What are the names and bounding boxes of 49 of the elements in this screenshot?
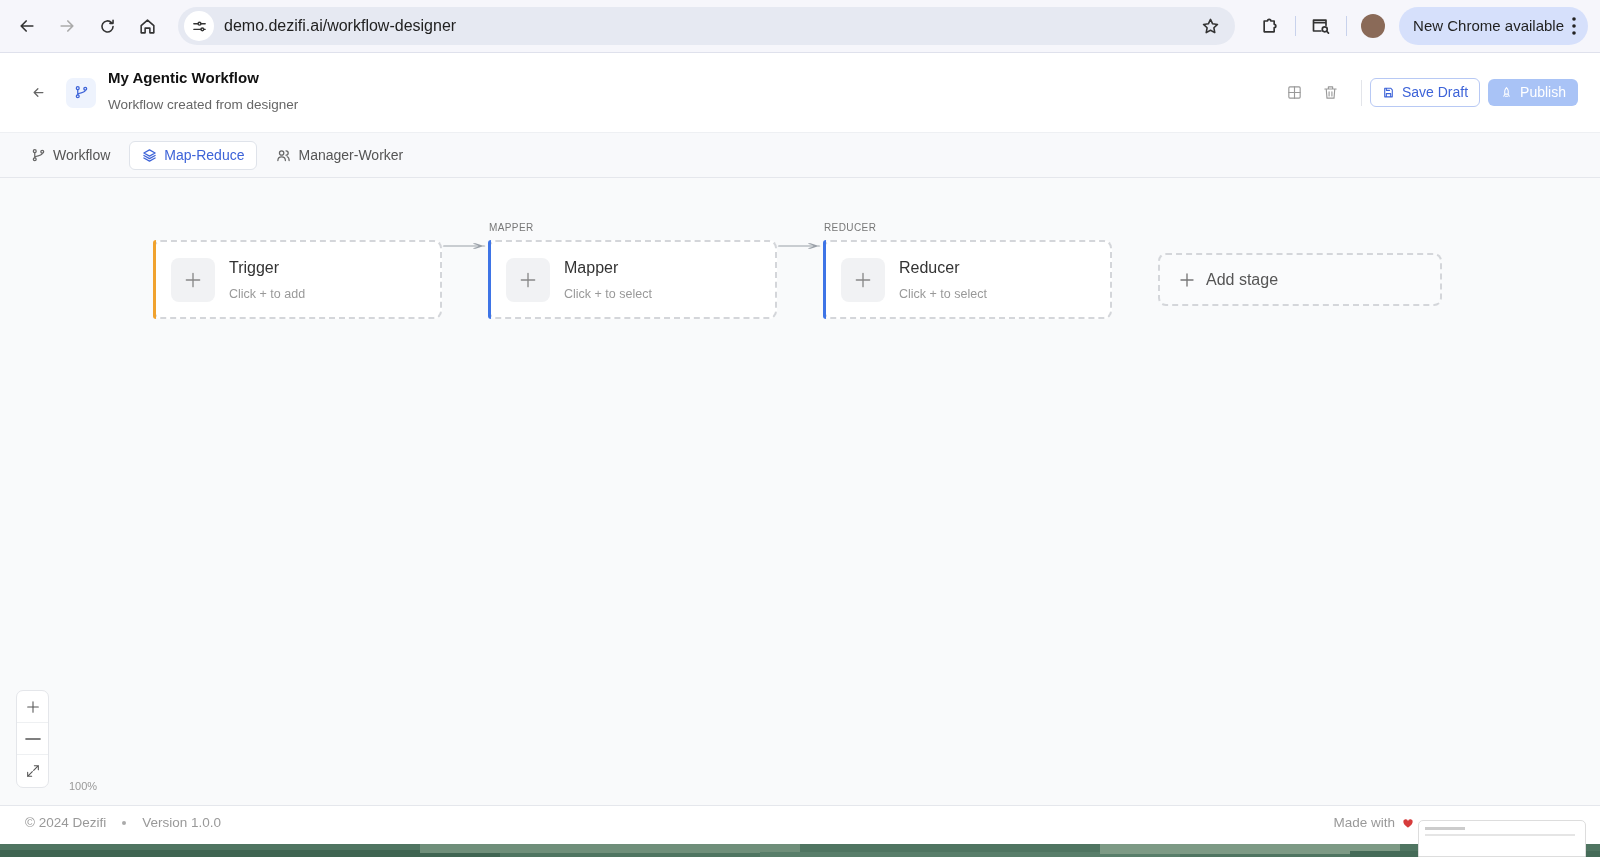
add-button[interactable] bbox=[841, 257, 885, 302]
tab-search-icon bbox=[1311, 16, 1332, 36]
workflow-title: My Agentic Workflow bbox=[108, 69, 260, 88]
stage-hint: Click + to select bbox=[899, 285, 987, 303]
add-button[interactable] bbox=[171, 257, 215, 302]
trash-icon bbox=[1322, 84, 1340, 101]
site-settings-button[interactable] bbox=[184, 11, 214, 41]
stage-hint: Click + to add bbox=[229, 285, 306, 303]
stage-hint: Click + to select bbox=[564, 285, 652, 303]
stage-title: Mapper bbox=[564, 257, 620, 278]
tab[interactable]: Manager-Worker bbox=[263, 140, 417, 170]
back-arrow-icon bbox=[30, 85, 46, 100]
update-button[interactable]: New Chrome available bbox=[1399, 7, 1588, 45]
screenshot-thumbnail[interactable] bbox=[1418, 820, 1586, 857]
layers-icon bbox=[142, 147, 158, 163]
plus-icon bbox=[24, 698, 41, 715]
save-icon bbox=[1381, 86, 1395, 99]
address-bar[interactable]: demo.dezifi.ai/workflow-designer bbox=[178, 7, 1236, 45]
made-with-text: Made with bbox=[1333, 813, 1395, 832]
stage-title: Reducer bbox=[899, 257, 961, 278]
version-text: Version 1.0.0 bbox=[142, 813, 222, 832]
stage-title: Trigger bbox=[229, 257, 281, 278]
add-stage-button[interactable]: Add stage bbox=[1158, 253, 1442, 306]
tab[interactable]: Map-Reduce bbox=[129, 140, 258, 170]
branch-icon bbox=[31, 147, 46, 163]
more-icon bbox=[1572, 17, 1576, 35]
expand-icon bbox=[24, 763, 41, 779]
grid-icon bbox=[1286, 84, 1304, 101]
copyright-text: © 2024 Dezifi bbox=[25, 813, 107, 832]
tab[interactable]: Workflow bbox=[18, 140, 124, 170]
star-icon bbox=[1200, 16, 1220, 36]
workflow-subtitle: Workflow created from designer bbox=[108, 96, 299, 115]
save-draft-button[interactable]: Save Draft bbox=[1369, 78, 1481, 107]
url-text: demo.dezifi.ai/workflow-designer bbox=[224, 16, 458, 36]
heart-icon bbox=[1401, 816, 1415, 830]
stage-label: MAPPER bbox=[488, 221, 535, 235]
separator-dot bbox=[122, 821, 127, 825]
stage-card[interactable]: Trigger Click + to add bbox=[153, 240, 442, 319]
home-icon bbox=[137, 16, 157, 36]
avatar[interactable] bbox=[1361, 14, 1386, 38]
stage-card[interactable]: Reducer Click + to select bbox=[823, 240, 1112, 319]
stage-label: REDUCER bbox=[823, 221, 878, 235]
branch-icon bbox=[73, 85, 89, 100]
minus-icon bbox=[24, 737, 41, 740]
zoom-level: 100% bbox=[69, 779, 98, 794]
people-icon bbox=[276, 147, 292, 163]
add-button[interactable] bbox=[506, 257, 550, 302]
stage-card[interactable]: Mapper Click + to select bbox=[488, 240, 777, 319]
plus-icon bbox=[1178, 270, 1196, 289]
